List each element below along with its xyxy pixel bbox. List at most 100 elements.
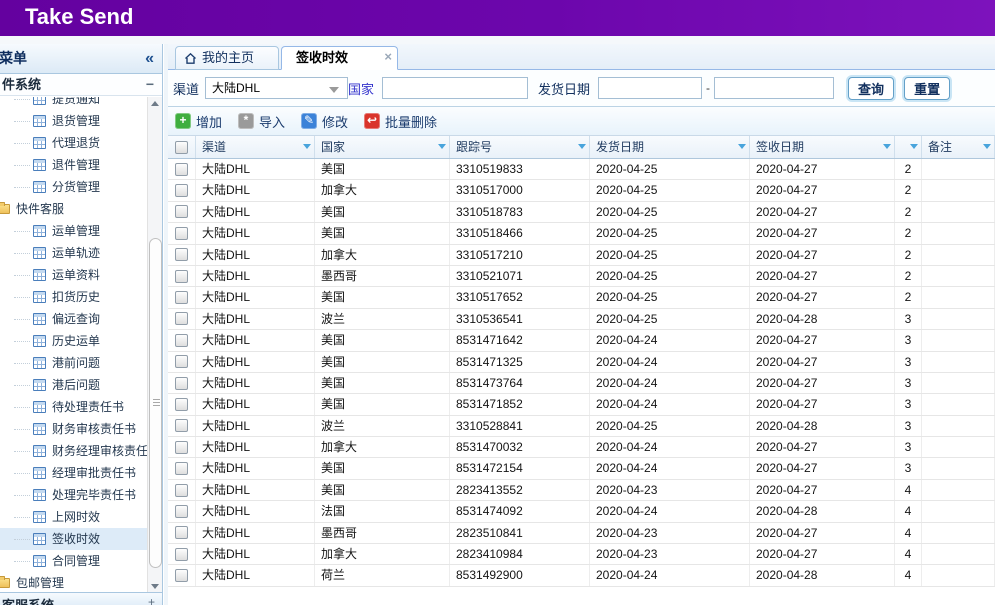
sidebar-item-4[interactable]: 分货管理 [0, 176, 148, 198]
table-row[interactable]: 大陆DHL美国33105187832020-04-252020-04-272 [168, 202, 995, 223]
filter-icon[interactable] [910, 144, 918, 149]
column-header-3[interactable]: 发货日期 [590, 136, 750, 158]
filter-icon[interactable] [738, 144, 746, 149]
row-checkbox[interactable] [175, 441, 188, 454]
scroll-up-arrow-icon[interactable] [148, 97, 162, 111]
row-checkbox[interactable] [175, 355, 188, 368]
batch-delete-button[interactable]: ↩批量删除 [364, 112, 437, 131]
sidebar-item-7[interactable]: 运单轨迹 [0, 242, 148, 264]
table-row[interactable]: 大陆DHL美国33105198332020-04-252020-04-272 [168, 159, 995, 180]
country-input[interactable] [382, 77, 528, 99]
row-checkbox[interactable] [175, 334, 188, 347]
row-checkbox[interactable] [175, 227, 188, 240]
table-row[interactable]: 大陆DHL波兰33105288412020-04-252020-04-283 [168, 416, 995, 437]
search-button[interactable]: 查询 [848, 77, 894, 100]
row-checkbox[interactable] [175, 569, 188, 582]
row-checkbox[interactable] [175, 205, 188, 218]
table-row[interactable]: 大陆DHL加拿大33105170002020-04-252020-04-272 [168, 180, 995, 201]
table-row[interactable]: 大陆DHL荷兰85314929002020-04-242020-04-284 [168, 565, 995, 586]
table-row[interactable]: 大陆DHL法国85314740922020-04-242020-04-284 [168, 501, 995, 522]
row-checkbox[interactable] [175, 312, 188, 325]
column-header-1[interactable]: 国家 [315, 136, 450, 158]
tab-sign-receipt-aging[interactable]: 签收时效 × [281, 46, 398, 70]
filter-icon[interactable] [578, 144, 586, 149]
column-header-6[interactable]: 备注 [922, 136, 995, 158]
sidebar-item-3[interactable]: 退件管理 [0, 154, 148, 176]
sidebar-item-16[interactable]: 财务经理审核责任书 [0, 440, 148, 462]
table-row[interactable]: 大陆DHL美国28234135522020-04-232020-04-274 [168, 480, 995, 501]
column-header-2[interactable]: 跟踪号 [450, 136, 590, 158]
table-row[interactable]: 大陆DHL美国85314718522020-04-242020-04-273 [168, 394, 995, 415]
import-button[interactable]: *导入 [238, 112, 285, 131]
sidebar-item-2[interactable]: 代理退货 [0, 132, 148, 154]
sidebar-item-18[interactable]: 处理完毕责任书 [0, 484, 148, 506]
table-row[interactable]: 大陆DHL美国33105184662020-04-252020-04-272 [168, 223, 995, 244]
sidebar-collapse-icon[interactable]: « [145, 44, 154, 73]
sidebar-item-12[interactable]: 港前问题 [0, 352, 148, 374]
filter-icon[interactable] [303, 144, 311, 149]
row-checkbox[interactable] [175, 270, 188, 283]
row-checkbox[interactable] [175, 184, 188, 197]
sidebar-item-8[interactable]: 运单资料 [0, 264, 148, 286]
sidebar-item-22[interactable]: 包邮管理 [0, 572, 148, 593]
select-all-checkbox[interactable] [175, 141, 188, 154]
row-checkbox[interactable] [175, 526, 188, 539]
table-row[interactable]: 大陆DHL美国85314716422020-04-242020-04-273 [168, 330, 995, 351]
row-checkbox[interactable] [175, 163, 188, 176]
filter-icon[interactable] [883, 144, 891, 149]
row-checkbox[interactable] [175, 398, 188, 411]
chevron-down-icon[interactable] [329, 87, 339, 93]
sidebar-item-1[interactable]: 退货管理 [0, 110, 148, 132]
sidebar-item-13[interactable]: 港后问题 [0, 374, 148, 396]
row-checkbox[interactable] [175, 291, 188, 304]
reset-button[interactable]: 重置 [904, 77, 950, 100]
filter-icon[interactable] [983, 144, 991, 149]
row-checkbox[interactable] [175, 419, 188, 432]
sidebar-item-0[interactable]: 提货通知 [0, 97, 148, 110]
column-header-4[interactable]: 签收日期 [750, 136, 895, 158]
edit-button[interactable]: ✎修改 [301, 112, 348, 131]
row-checkbox[interactable] [175, 377, 188, 390]
sidebar-item-19[interactable]: 上网时效 [0, 506, 148, 528]
row-checkbox[interactable] [175, 548, 188, 561]
tab-my-homepage[interactable]: 我的主页 [175, 46, 279, 70]
sidebar-item-11[interactable]: 历史运单 [0, 330, 148, 352]
sidebar-item-10[interactable]: 偏远查询 [0, 308, 148, 330]
sidebar-item-15[interactable]: 财务审核责任书 [0, 418, 148, 440]
accordion-collapse-icon[interactable]: − [146, 74, 154, 94]
ship-date-from-input[interactable] [598, 77, 702, 99]
table-row[interactable]: 大陆DHL加拿大85314700322020-04-242020-04-273 [168, 437, 995, 458]
row-checkbox[interactable] [175, 248, 188, 261]
channel-select[interactable]: 大陆DHL [205, 77, 348, 99]
row-checkbox[interactable] [175, 462, 188, 475]
sidebar-item-6[interactable]: 运单管理 [0, 220, 148, 242]
sidebar-scrollbar[interactable] [147, 97, 162, 593]
sidebar-item-17[interactable]: 经理审批责任书 [0, 462, 148, 484]
table-row[interactable]: 大陆DHL加拿大28234109842020-04-232020-04-274 [168, 544, 995, 565]
sidebar-item-20[interactable]: 签收时效 [0, 528, 148, 550]
sidebar-item-14[interactable]: 待处理责任书 [0, 396, 148, 418]
ship-date-to-input[interactable] [714, 77, 834, 99]
column-header-0[interactable]: 渠道 [196, 136, 315, 158]
table-row[interactable]: 大陆DHL美国85314737642020-04-242020-04-273 [168, 373, 995, 394]
accordion-header-express-system[interactable]: 件系统 − [0, 74, 162, 96]
table-row[interactable]: 大陆DHL墨西哥33105210712020-04-252020-04-272 [168, 266, 995, 287]
scroll-down-arrow-icon[interactable] [148, 579, 162, 593]
filter-icon[interactable] [438, 144, 446, 149]
table-row[interactable]: 大陆DHL美国85314721542020-04-242020-04-273 [168, 458, 995, 479]
sidebar-item-9[interactable]: 扣货历史 [0, 286, 148, 308]
table-row[interactable]: 大陆DHL美国85314713252020-04-242020-04-273 [168, 352, 995, 373]
sidebar-item-5[interactable]: 快件客服 [0, 198, 148, 220]
close-icon[interactable]: × [384, 46, 392, 68]
column-header-5[interactable] [895, 136, 922, 158]
table-row[interactable]: 大陆DHL加拿大33105172102020-04-252020-04-272 [168, 245, 995, 266]
row-checkbox[interactable] [175, 484, 188, 497]
table-row[interactable]: 大陆DHL波兰33105365412020-04-252020-04-283 [168, 309, 995, 330]
accordion-header-clipped[interactable]: 客服系统 + [0, 592, 163, 605]
scrollbar-thumb[interactable] [149, 238, 162, 568]
row-checkbox[interactable] [175, 505, 188, 518]
accordion-expand-icon[interactable]: + [148, 595, 155, 605]
add-button[interactable]: +增加 [175, 112, 222, 131]
table-row[interactable]: 大陆DHL墨西哥28235108412020-04-232020-04-274 [168, 523, 995, 544]
table-row[interactable]: 大陆DHL美国33105176522020-04-252020-04-272 [168, 287, 995, 308]
